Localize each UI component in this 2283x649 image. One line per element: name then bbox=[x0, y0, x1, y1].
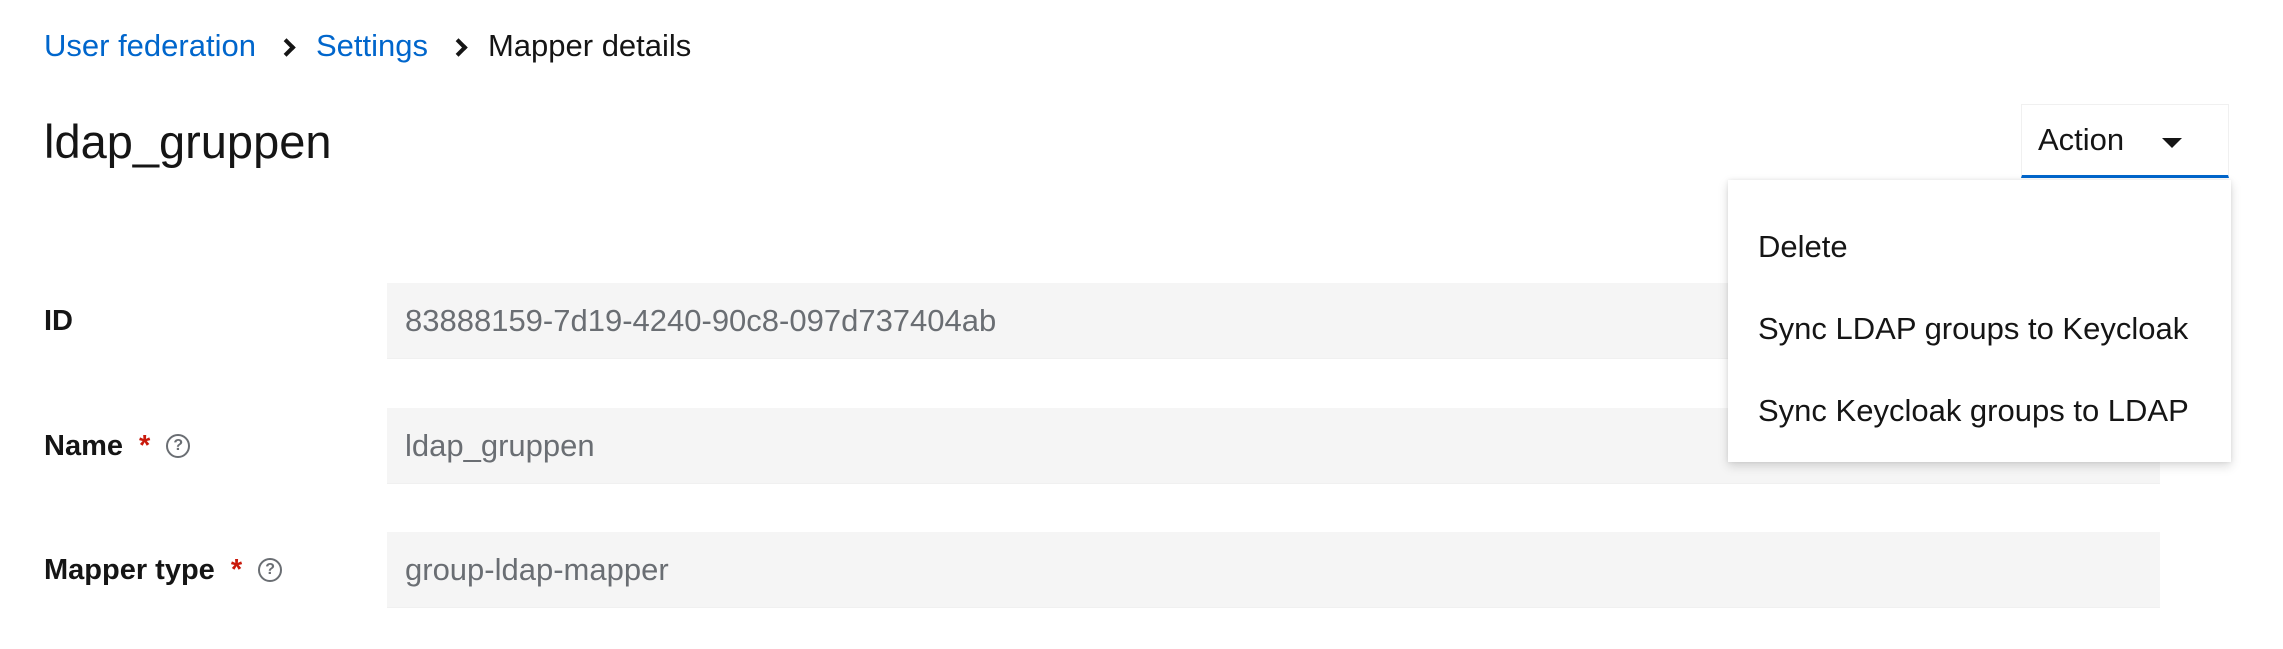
caret-down-icon bbox=[2162, 138, 2182, 148]
mapper-type-label-text: Mapper type bbox=[44, 553, 215, 586]
help-circle-icon[interactable]: ? bbox=[258, 558, 283, 582]
mapper-type-field[interactable] bbox=[387, 532, 2160, 608]
mapper-details-page: User federation Settings Mapper details … bbox=[0, 0, 2283, 649]
form-row-mapper-type: Mapper type * ? bbox=[0, 532, 2283, 608]
id-label: ID bbox=[44, 283, 73, 359]
name-label-text: Name bbox=[44, 429, 123, 462]
breadcrumb: User federation Settings Mapper details bbox=[44, 26, 691, 66]
id-label-text: ID bbox=[44, 304, 73, 337]
required-indicator: * bbox=[139, 429, 151, 462]
menu-item-delete[interactable]: Delete bbox=[1728, 206, 2231, 288]
action-dropdown-toggle[interactable]: Action bbox=[2021, 104, 2229, 178]
breadcrumb-current: Mapper details bbox=[487, 28, 692, 63]
page-title: ldap_gruppen bbox=[44, 115, 332, 168]
menu-item-sync-ldap-to-keycloak[interactable]: Sync LDAP groups to Keycloak bbox=[1728, 288, 2231, 370]
action-label: Action bbox=[2038, 122, 2125, 157]
menu-item-sync-keycloak-to-ldap[interactable]: Sync Keycloak groups to LDAP bbox=[1728, 370, 2231, 452]
name-label: Name * ? bbox=[44, 408, 191, 484]
breadcrumb-link-user-federation[interactable]: User federation bbox=[44, 26, 256, 66]
action-dropdown-menu: Delete Sync LDAP groups to Keycloak Sync… bbox=[1728, 180, 2231, 462]
chevron-right-icon bbox=[278, 26, 294, 66]
required-indicator: * bbox=[230, 553, 243, 586]
mapper-type-label: Mapper type * ? bbox=[44, 532, 283, 608]
chevron-right-icon bbox=[450, 26, 466, 66]
help-circle-icon[interactable]: ? bbox=[166, 434, 191, 458]
breadcrumb-link-settings[interactable]: Settings bbox=[316, 26, 428, 66]
